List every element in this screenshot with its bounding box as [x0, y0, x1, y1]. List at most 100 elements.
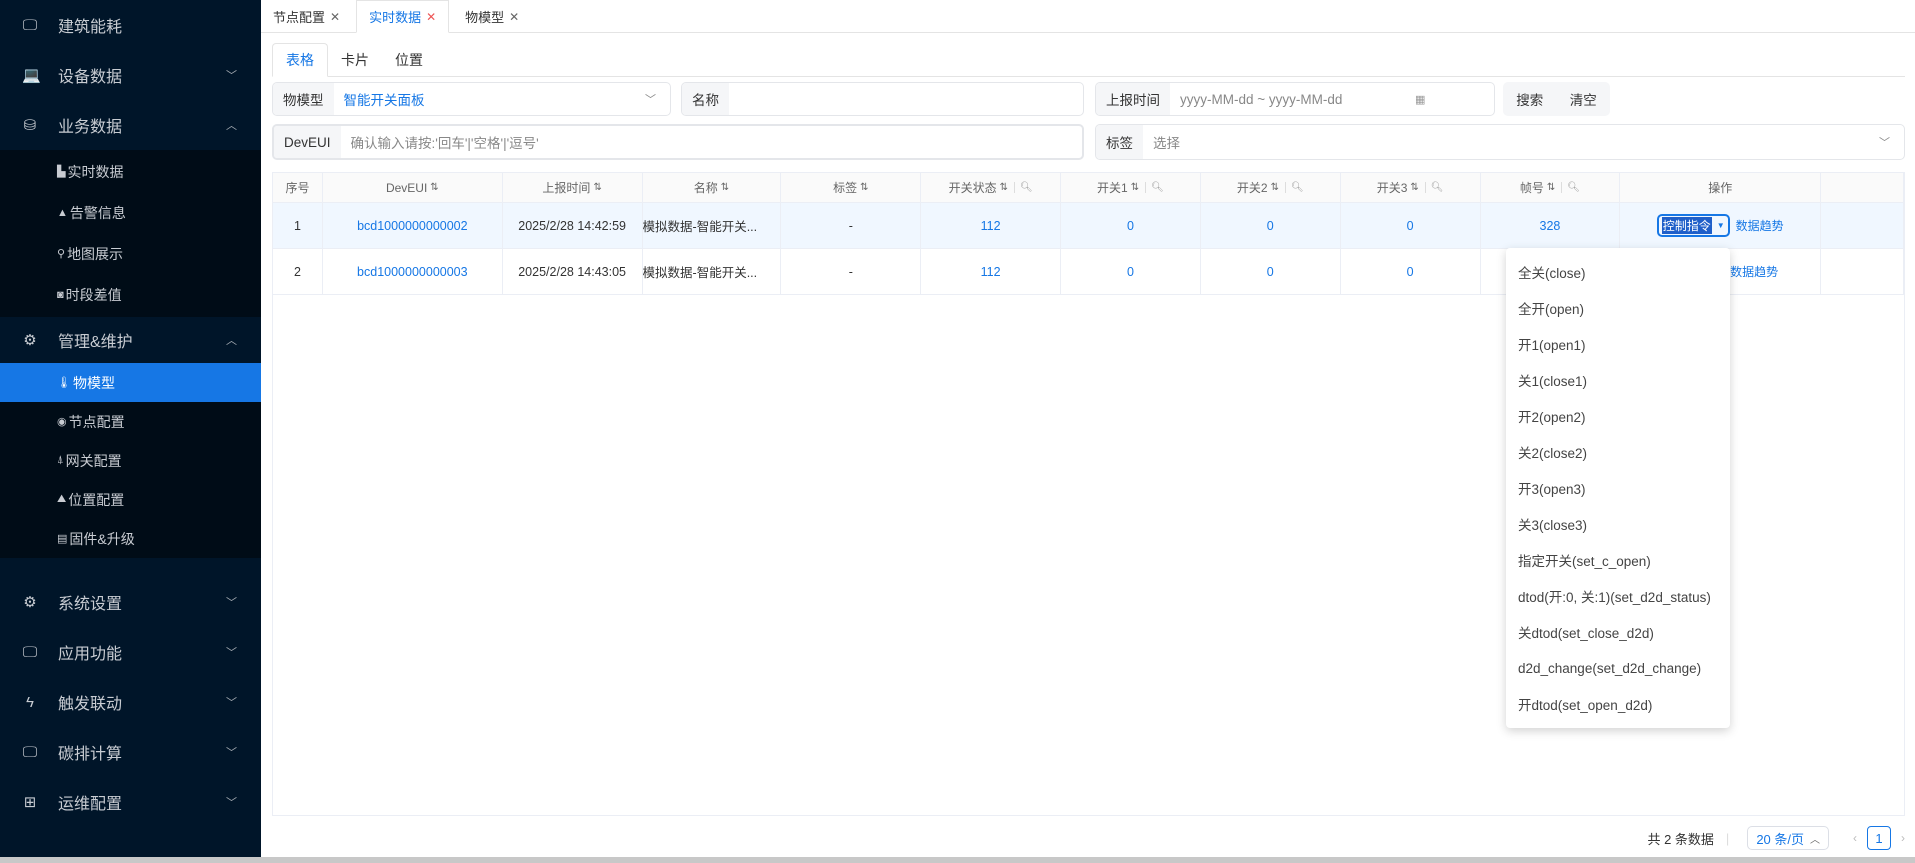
menu-item-command[interactable]: 全关(close) — [1506, 254, 1730, 290]
tab-realtime-data[interactable]: 实时数据 ✕ — [356, 0, 450, 33]
column-header[interactable]: 开关2 ⇅ 🔍︎ — [1201, 173, 1341, 202]
tab-location[interactable]: 位置 — [382, 43, 436, 77]
data-trend-link[interactable]: 数据趋势 — [1736, 217, 1784, 234]
close-icon[interactable]: ✕ — [426, 10, 436, 24]
tab-thing-model[interactable]: 物模型 ✕ — [453, 0, 531, 33]
sidebar-item-realtime-data[interactable]: ▙ 实时数据 — [0, 151, 261, 192]
cell-actions: 控制指令 ▼ 数据趋势 — [1620, 203, 1822, 248]
page-1-button[interactable]: 1 — [1867, 826, 1891, 850]
menu-trigger-linkage[interactable]: ϟ 触发联动 ﹀ — [0, 677, 261, 727]
cell-s2: 0 — [1201, 249, 1341, 294]
menu-item-command[interactable]: 开1(open1) — [1506, 326, 1730, 362]
menu-building-energy[interactable]: 🖵 建筑能耗 — [0, 0, 261, 50]
menu-item-command[interactable]: 关2(close2) — [1506, 434, 1730, 470]
column-header[interactable]: DevEUI ⇅ — [323, 173, 503, 202]
menu-system-settings[interactable]: ⚙ 系统设置 ﹀ — [0, 577, 261, 627]
chevron-down-icon: ﹀ — [226, 797, 237, 809]
cell-s1: 0 — [1061, 249, 1201, 294]
menu-ops-config[interactable]: ⊞ 运维配置 ﹀ — [0, 777, 261, 827]
chevron-up-icon: ︿ — [1810, 834, 1820, 846]
sidebar-item-firmware[interactable]: ▤ 固件&升级 — [0, 519, 261, 558]
report-time-range[interactable]: 上报时间 yyyy-MM-dd ~ yyyy-MM-dd ▦ — [1095, 82, 1495, 116]
column-header[interactable]: 开关1 ⇅ 🔍︎ — [1061, 173, 1201, 202]
search-button[interactable]: 搜索 — [1516, 89, 1543, 109]
time-placeholder: yyyy-MM-dd ~ yyyy-MM-dd — [1180, 91, 1343, 107]
camera-icon: ◙ — [57, 288, 64, 301]
pagination: 共 2 条数据 | 20 条/页 ︿ ‹ 1 › — [1647, 825, 1915, 851]
next-page-button[interactable]: › — [1901, 831, 1905, 845]
search-icon[interactable]: 🔍︎ — [1284, 182, 1304, 193]
cell-deveui[interactable]: bcd1000000000002 — [323, 203, 503, 248]
column-header[interactable]: 开关状态 ⇅ 🔍︎ — [921, 173, 1062, 202]
cell-status: 112 — [921, 203, 1062, 248]
column-header[interactable]: 名称 ⇅ — [643, 173, 782, 202]
search-icon[interactable]: 🔍︎ — [1013, 182, 1033, 193]
sidebar-item-period-diff[interactable]: ◙ 时段差值 — [0, 274, 261, 315]
search-icon[interactable]: 🔍︎ — [1561, 182, 1580, 193]
prev-page-button[interactable]: ‹ — [1853, 831, 1857, 845]
sidebar-item-map[interactable]: ⚲ 地图展示 — [0, 233, 261, 274]
tab-table[interactable]: 表格 — [272, 43, 328, 77]
column-header[interactable]: 帧号 ⇅ 🔍︎ — [1481, 173, 1621, 202]
cell-time: 2025/2/28 14:42:59 — [503, 203, 643, 248]
column-header-label: 上报时间 — [542, 181, 591, 195]
search-icon[interactable]: 🔍︎ — [1145, 182, 1164, 193]
cell-s3: 0 — [1341, 203, 1481, 248]
menu-business-data[interactable]: ⛁ 业务数据 ︿ — [0, 100, 261, 150]
sort-icon[interactable]: ⇅ — [860, 182, 868, 193]
menu-item-command[interactable]: 关dtod(set_close_d2d) — [1506, 614, 1730, 650]
menu-carbon-calc[interactable]: 🖵 碳排计算 ﹀ — [0, 727, 261, 777]
menu-item-command[interactable]: d2d_change(set_d2d_change) — [1506, 650, 1730, 686]
sort-icon[interactable]: ⇅ — [1131, 182, 1139, 193]
sort-icon[interactable]: ⇅ — [1271, 182, 1279, 193]
deveui-placeholder[interactable]: 确认输入请按:'回车'|'空格'|'逗号' — [341, 126, 1082, 158]
data-trend-link[interactable]: 数据趋势 — [1730, 263, 1778, 280]
close-icon[interactable]: ✕ — [509, 10, 519, 24]
menu-management[interactable]: ⚙ 管理&维护 ︿ — [0, 317, 261, 363]
menu-item-command[interactable]: dtod(开:0, 关:1)(set_d2d_status) — [1506, 578, 1730, 614]
column-header[interactable]: 开关3 ⇅ 🔍︎ — [1341, 173, 1481, 202]
column-header[interactable]: 上报时间 ⇅ — [503, 173, 643, 202]
model-select[interactable]: 物模型 智能开关面板 ﹀ — [272, 82, 671, 116]
chevron-down-icon: ﹀ — [226, 747, 237, 759]
column-header[interactable]: 标签 ⇅ — [781, 173, 922, 202]
monitor-icon: 🖵 — [22, 643, 38, 661]
menu-item-command[interactable]: 关3(close3) — [1506, 506, 1730, 542]
column-header-label: 开关状态 — [948, 181, 997, 195]
sidebar-item-alarms[interactable]: ▲ 告警信息 — [0, 192, 261, 233]
time-label: 上报时间 — [1096, 83, 1170, 115]
menu-device-data[interactable]: 💻 设备数据 ﹀ — [0, 50, 261, 100]
column-header: 序号 — [273, 173, 323, 202]
menu-item-command[interactable]: 指定开关(set_c_open) — [1506, 542, 1730, 578]
tab-card[interactable]: 卡片 — [328, 43, 382, 77]
menu-app-functions[interactable]: 🖵 应用功能 ﹀ — [0, 627, 261, 677]
tag-select[interactable]: 标签 选择 ﹀ — [1095, 124, 1905, 160]
menu-item-command[interactable]: 开2(open2) — [1506, 398, 1730, 434]
search-icon[interactable]: 🔍︎ — [1424, 182, 1443, 193]
menu-item-command[interactable]: 全开(open) — [1506, 290, 1730, 326]
deveui-input[interactable]: DevEUI 确认输入请按:'回车'|'空格'|'逗号' — [272, 124, 1084, 160]
control-command-dropdown[interactable]: 控制指令 ▼ — [1656, 214, 1730, 237]
sort-icon[interactable]: ⇅ — [593, 182, 601, 193]
sort-icon[interactable]: ⇅ — [430, 182, 438, 193]
sort-icon[interactable]: ⇅ — [1000, 182, 1008, 193]
name-value[interactable] — [729, 83, 1083, 115]
close-icon[interactable]: ✕ — [330, 10, 340, 24]
sidebar-item-location-config[interactable]: ⛰ 位置配置 — [0, 480, 261, 519]
sort-icon[interactable]: ⇅ — [721, 182, 729, 193]
sidebar-item-gateway-config[interactable]: ⍋ 网关配置 — [0, 441, 261, 480]
name-input[interactable]: 名称 — [681, 82, 1084, 116]
page-size-select[interactable]: 20 条/页 ︿ — [1747, 826, 1829, 850]
clear-button[interactable]: 清空 — [1570, 89, 1597, 109]
menu-item-command[interactable]: 开dtod(set_open_d2d) — [1506, 686, 1730, 722]
menu-item-command[interactable]: 开3(open3) — [1506, 470, 1730, 506]
sidebar-item-thing-model[interactable]: 🌡 物模型 — [0, 363, 261, 402]
sidebar-item-node-config[interactable]: ◉ 节点配置 — [0, 402, 261, 441]
cell-deveui[interactable]: bcd1000000000003 — [323, 249, 503, 294]
column-header: 操作 — [1620, 173, 1822, 202]
menu-item-command[interactable]: 关1(close1) — [1506, 362, 1730, 398]
view-tabs: 表格 卡片 位置 — [272, 43, 1905, 77]
tab-node-config[interactable]: 节点配置 ✕ — [261, 0, 352, 33]
sort-icon[interactable]: ⇅ — [1410, 182, 1418, 193]
sort-icon[interactable]: ⇅ — [1547, 182, 1555, 193]
